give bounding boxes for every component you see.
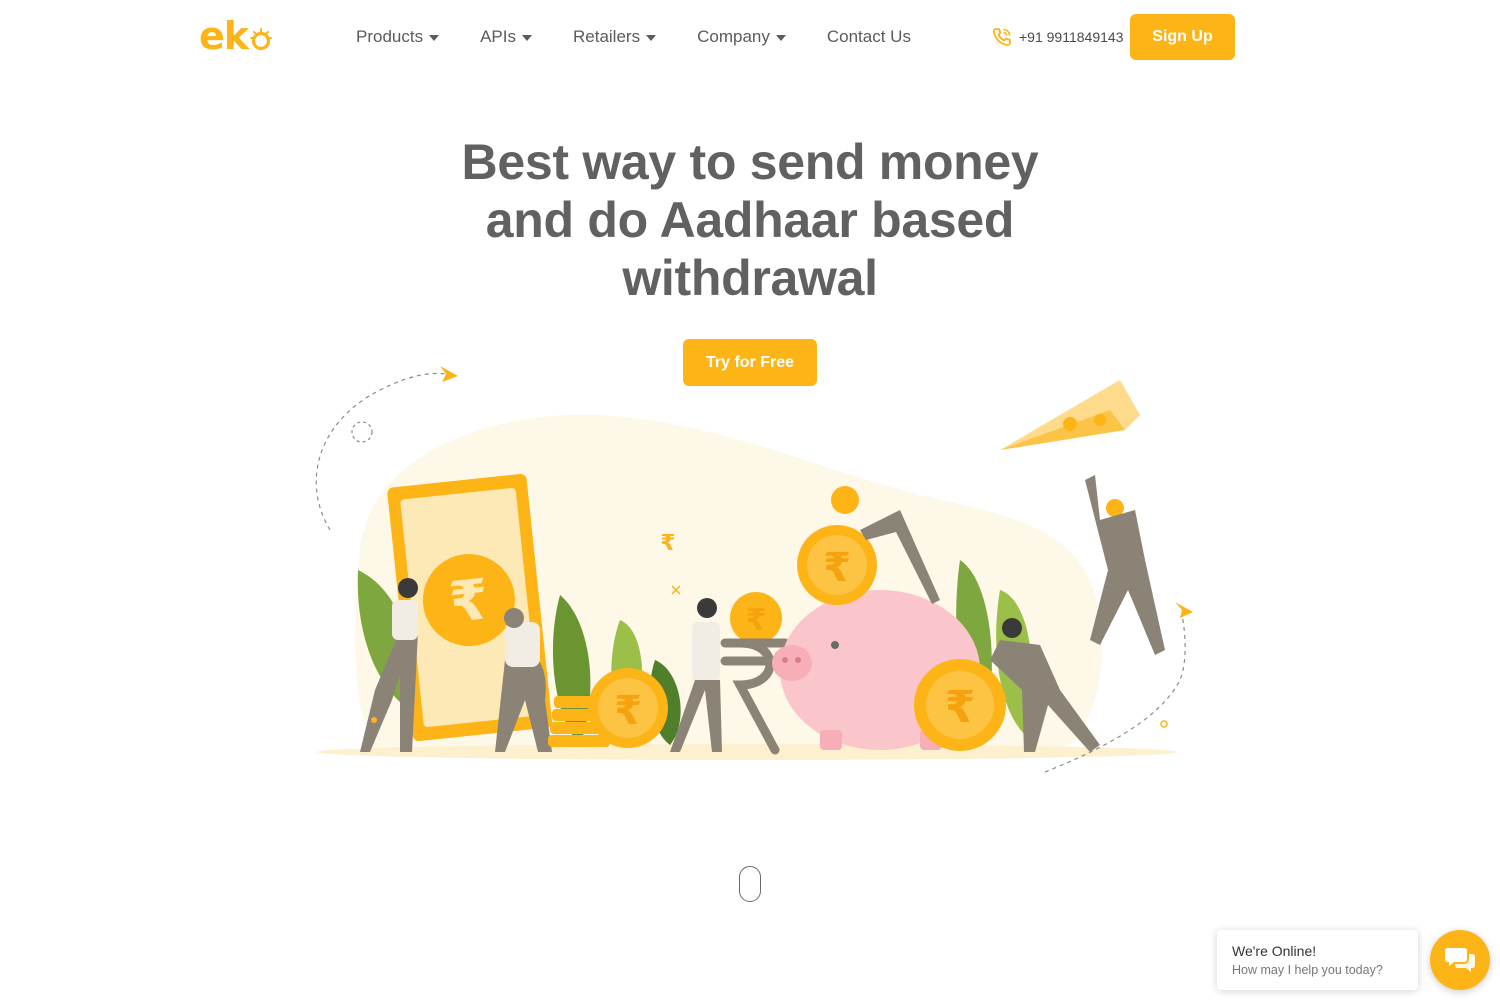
chat-title: We're Online! [1232, 943, 1317, 959]
site-header: ek Products APIs Retailers Company Conta… [0, 0, 1500, 74]
scroll-down-indicator[interactable] [739, 866, 761, 902]
chat-bubble-icon [1445, 948, 1475, 972]
chat-open-button[interactable] [1430, 930, 1490, 990]
svg-text:₹: ₹ [660, 531, 675, 556]
svg-text:₹: ₹ [446, 567, 492, 636]
nav-item-company[interactable]: Company [697, 24, 786, 50]
nav-item-label: Company [697, 27, 770, 46]
main-nav: Products APIs Retailers Company Contact … [356, 24, 952, 50]
hero-title-line: withdrawal [622, 250, 878, 306]
logo-sun-icon [249, 19, 273, 51]
phone-number: +91 9911849143 [1019, 29, 1124, 45]
money-transfer-illustration: ₹ ₹ ₹ ₹ ₹ ₹ [315, 366, 1193, 773]
svg-text:₹: ₹ [945, 682, 976, 733]
nav-item-apis[interactable]: APIs [480, 24, 532, 50]
hero-title-line: and do Aadhaar based [485, 192, 1015, 248]
nav-item-label: Retailers [573, 27, 641, 46]
nav-item-contact-us[interactable]: Contact Us [827, 24, 911, 50]
svg-text:₹: ₹ [746, 603, 767, 638]
hero-title: Best way to send money and do Aadhaar ba… [400, 133, 1100, 307]
nav-item-products[interactable]: Products [356, 24, 440, 50]
caret-down-icon [646, 35, 657, 41]
sign-up-button[interactable]: Sign Up [1130, 14, 1235, 60]
caret-down-icon [522, 35, 532, 41]
chat-subtitle: How may I help you today? [1232, 963, 1383, 977]
nav-item-label: Products [356, 27, 424, 46]
phone-contact[interactable]: +91 9911849143 [992, 26, 1123, 48]
eko-logo[interactable]: ek [199, 17, 273, 55]
nav-item-retailers[interactable]: Retailers [573, 24, 657, 50]
chat-greeting-card[interactable]: We're Online! How may I help you today? [1217, 930, 1418, 990]
nav-item-label: APIs [480, 27, 516, 46]
caret-down-icon [775, 35, 786, 41]
svg-text:₹: ₹ [614, 688, 642, 734]
svg-text:₹: ₹ [823, 545, 851, 591]
nav-item-label: Contact Us [826, 27, 911, 46]
hero-title-line: Best way to send money [461, 134, 1039, 190]
phone-icon [993, 28, 1011, 46]
caret-down-icon [429, 35, 440, 41]
